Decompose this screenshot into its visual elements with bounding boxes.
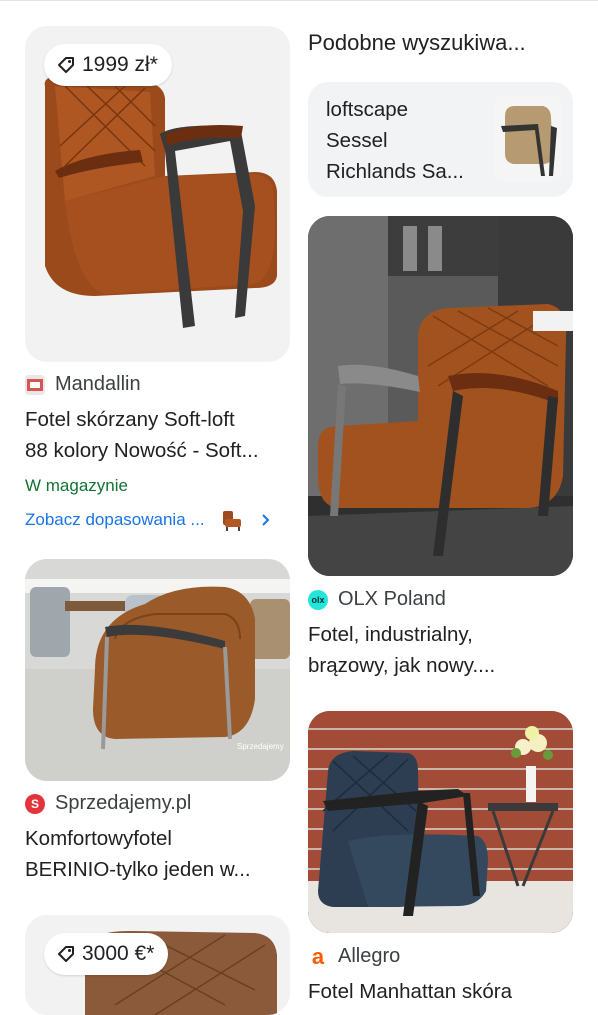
price-tag-icon: [58, 57, 74, 73]
title-line-2: brązowy, jak nowy....: [308, 654, 496, 677]
similar-search-chip[interactable]: loftscape Sessel Richlands Sa...: [308, 82, 573, 197]
price-tag-icon: [58, 946, 74, 962]
showroom-armchair-image: Sprzedajemy: [25, 559, 290, 781]
source-allegro[interactable]: a Allegro: [308, 943, 401, 969]
product-title[interactable]: Komfortowyfotel BERINIO-tylko jeden w...: [25, 823, 251, 885]
in-stock-label: W magazynie: [25, 476, 128, 495]
similar-search-thumbnail: [493, 96, 563, 182]
interior-armchair-image: [308, 216, 573, 576]
source-name: Mandallin: [55, 373, 141, 395]
chevron-right-icon: [261, 514, 269, 526]
source-sprzedajemy[interactable]: S Sprzedajemy.pl: [25, 792, 191, 815]
similar-searches-heading: Podobne wyszukiwa...: [308, 30, 526, 55]
price-badge: 3000 €*: [44, 933, 169, 975]
see-matches-text: Zobacz dopasowania ...: [25, 510, 205, 529]
mandallin-favicon-icon: [25, 374, 45, 395]
sprzedajemy-favicon-icon: S: [25, 793, 45, 814]
allegro-favicon-icon: a: [311, 943, 325, 969]
watermark-text: Sprzedajemy: [237, 742, 284, 751]
product-title[interactable]: Fotel Manhattan skóra: [308, 976, 512, 1007]
olx-favicon-icon: olx: [308, 589, 328, 610]
brick-wall-armchair-image: [308, 711, 573, 933]
similar-line-2: Sessel: [326, 129, 388, 152]
title-line-1: Fotel, industrialny,: [308, 623, 473, 646]
source-name: Sprzedajemy.pl: [55, 792, 192, 814]
title-line-2: BERINIO-tylko jeden w...: [25, 858, 251, 881]
chair-thumbnail-icon: [222, 511, 241, 531]
product-image-allegro[interactable]: [308, 711, 573, 933]
source-olx[interactable]: olx OLX Poland: [308, 588, 446, 611]
product-title[interactable]: Fotel, industrialny, brązowy, jak nowy..…: [308, 619, 495, 681]
title-line-1: Fotel Manhattan skóra: [308, 980, 512, 1003]
top-divider: [0, 0, 598, 1]
similar-line-3: Richlands Sa...: [326, 160, 464, 183]
armchair-thumbnail-icon: [493, 96, 563, 182]
source-name: OLX Poland: [338, 588, 446, 610]
product-title[interactable]: Fotel skórzany Soft-loft 88 kolory Nowoś…: [25, 404, 259, 466]
title-line-1: Fotel skórzany Soft-loft: [25, 408, 235, 431]
price-badge: 1999 zł*: [44, 44, 172, 86]
price-text: 1999 zł*: [82, 53, 158, 76]
price-text: 3000 €*: [82, 942, 155, 965]
source-name: Allegro: [338, 945, 401, 967]
source-mandallin[interactable]: Mandallin: [25, 373, 141, 396]
product-image-olx[interactable]: [308, 216, 573, 576]
product-image-sprzedajemy[interactable]: Sprzedajemy: [25, 559, 290, 781]
similar-search-label: loftscape Sessel Richlands Sa...: [326, 94, 464, 187]
title-line-2: 88 kolory Nowość - Soft...: [25, 439, 259, 462]
see-matches-link[interactable]: Zobacz dopasowania ...: [25, 507, 290, 533]
similar-line-1: loftscape: [326, 98, 409, 121]
title-line-1: Komfortowyfotel: [25, 827, 172, 850]
